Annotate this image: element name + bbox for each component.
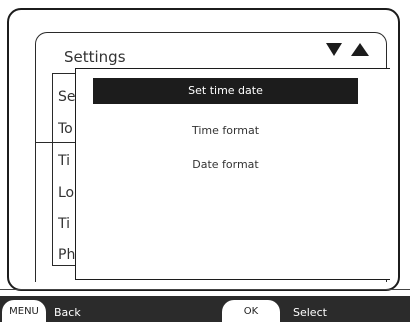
back-label: Back	[54, 306, 81, 319]
list-item[interactable]: Ph	[58, 247, 76, 263]
list-item[interactable]: Lo	[58, 185, 76, 201]
list-item[interactable]: Ti	[58, 153, 76, 169]
popup-item-set-time-date[interactable]: Set time date	[93, 78, 358, 104]
nav-arrows	[326, 43, 369, 56]
triangle-down-icon[interactable]	[326, 43, 342, 56]
list-item[interactable]: Se	[58, 89, 76, 105]
popup-item-time-format[interactable]: Time format	[93, 118, 358, 144]
triangle-up-icon[interactable]	[351, 43, 369, 56]
ok-key[interactable]: OK	[222, 300, 280, 324]
select-label: Select	[293, 306, 327, 319]
menu-key[interactable]: MENU	[2, 300, 46, 324]
list-divider	[35, 142, 75, 143]
list-item[interactable]: Ti	[58, 216, 76, 232]
bottom-divider	[0, 289, 410, 290]
popup-item-date-format[interactable]: Date format	[93, 152, 358, 178]
list-item[interactable]: To	[58, 121, 76, 137]
settings-title: Settings	[64, 48, 126, 66]
